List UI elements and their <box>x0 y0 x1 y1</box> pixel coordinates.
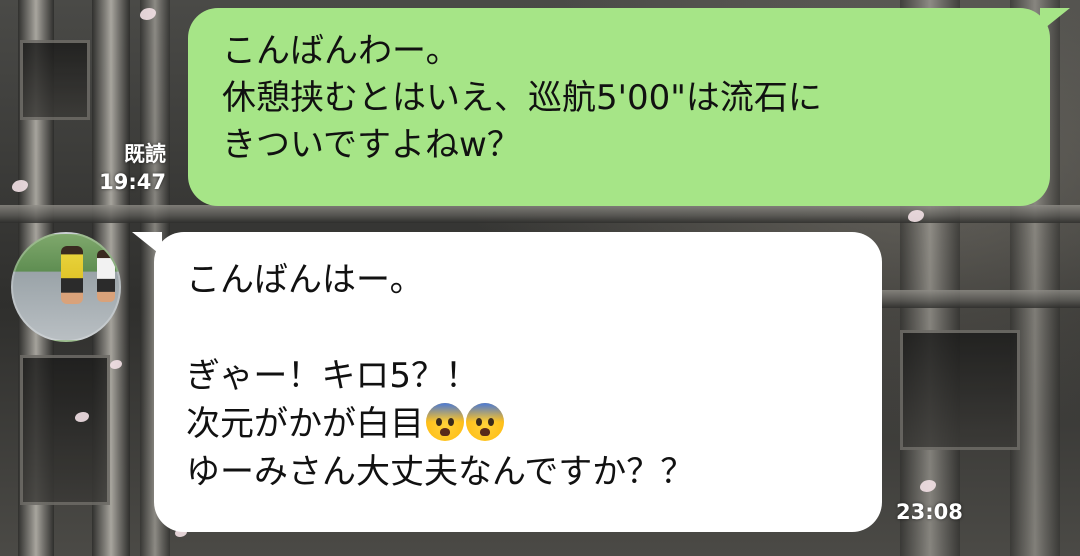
anxious-face-icon <box>426 403 464 441</box>
message-line: きついですよねw？ <box>222 125 521 165</box>
message-line: こんばんはー。 <box>186 260 424 300</box>
message-text: 次元がかが白目 <box>186 404 424 444</box>
outgoing-timestamp: 19:47 <box>99 170 166 194</box>
message-line: 休憩挟むとはいえ、巡航5'00"は流石に <box>222 78 822 118</box>
message-line: ゆーみさん大丈夫なんですか？？ <box>186 452 695 492</box>
message-line: こんばんわー。 <box>222 31 460 71</box>
incoming-message-bubble[interactable]: こんばんはー。 ぎゃー！キロ5？！ 次元がかが白目 ゆーみさん大丈夫なんですか？… <box>154 232 882 532</box>
background-window <box>20 40 90 120</box>
anxious-face-icon <box>466 403 504 441</box>
background-cornice <box>880 290 1080 308</box>
outgoing-message-bubble[interactable]: こんばんわー。 休憩挟むとはいえ、巡航5'00"は流石に きついですよねw？ <box>188 8 1050 206</box>
message-line: ぎゃー！キロ5？！ <box>186 356 479 396</box>
sender-avatar[interactable] <box>11 232 121 342</box>
incoming-timestamp: 23:08 <box>896 500 963 524</box>
read-receipt-label: 既読 <box>124 142 166 166</box>
avatar-runner-figure <box>61 246 83 304</box>
background-window <box>20 355 110 505</box>
background-window <box>900 330 1020 450</box>
avatar-runner-figure <box>97 250 115 302</box>
message-line-with-emoji: 次元がかが白目 <box>186 400 852 448</box>
